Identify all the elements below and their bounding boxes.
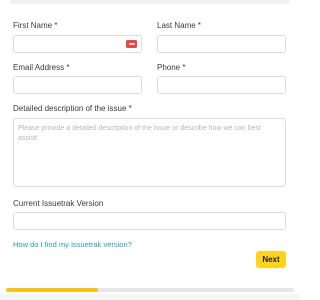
first-name-input[interactable] xyxy=(14,38,141,55)
version-label: Current Issuetrak Version xyxy=(13,199,104,208)
progress-fill xyxy=(6,288,99,292)
phone-input[interactable] xyxy=(158,79,285,96)
phone-field[interactable] xyxy=(157,76,286,96)
issue-form-page: First Name * Last Name * Email Address *… xyxy=(0,0,300,300)
description-label: Detailed description of the issue * xyxy=(13,104,132,113)
email-input[interactable] xyxy=(14,79,141,96)
next-button[interactable]: Next xyxy=(256,251,286,268)
password-manager-icon[interactable] xyxy=(126,40,137,48)
first-name-field[interactable] xyxy=(13,35,142,55)
progress-bar xyxy=(6,288,294,292)
description-field[interactable] xyxy=(13,118,286,187)
bottom-bar xyxy=(0,294,300,300)
last-name-label: Last Name * xyxy=(157,21,202,30)
find-version-link[interactable]: How do I find my Issuetrak version? xyxy=(13,240,132,249)
email-field[interactable] xyxy=(13,76,142,96)
phone-label: Phone * xyxy=(157,63,186,72)
first-name-label: First Name * xyxy=(13,21,58,30)
last-name-input[interactable] xyxy=(158,38,285,55)
description-textarea[interactable] xyxy=(18,124,281,181)
top-strip xyxy=(10,0,290,4)
version-input[interactable] xyxy=(14,215,285,232)
last-name-field[interactable] xyxy=(157,35,286,55)
version-field[interactable] xyxy=(13,212,286,232)
email-label: Email Address * xyxy=(13,63,70,72)
